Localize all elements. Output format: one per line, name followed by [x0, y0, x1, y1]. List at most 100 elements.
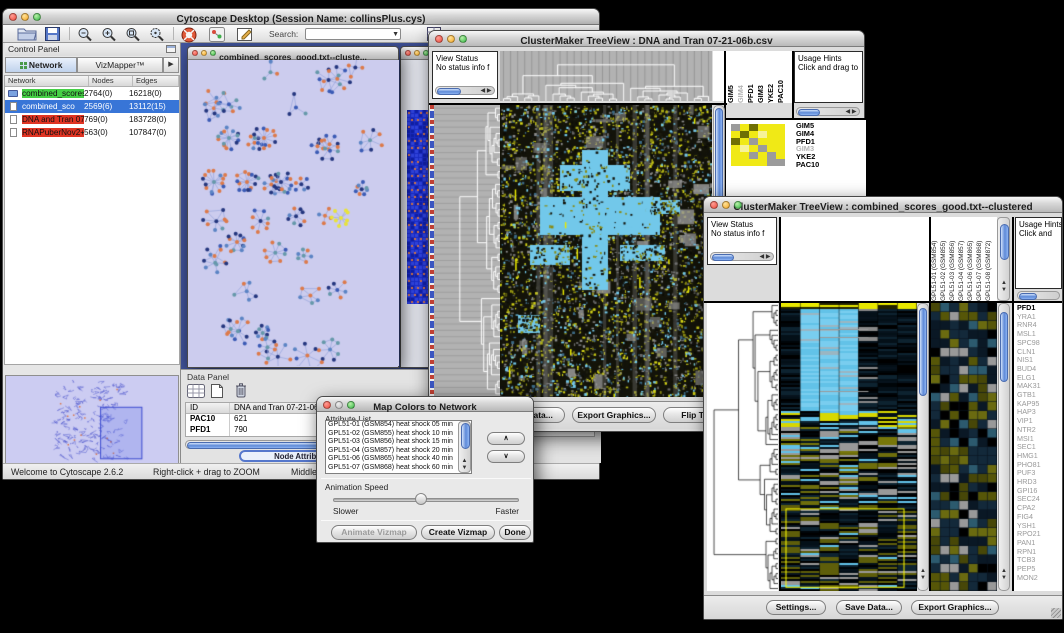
scroll-arrows[interactable]: ▲▼: [919, 568, 928, 582]
cytoscape-titlebar[interactable]: Cytoscape Desktop (Session Name: collins…: [3, 9, 599, 25]
tv1-correlation-matrix[interactable]: [731, 124, 785, 166]
tab-vizmapper[interactable]: VizMapper™: [77, 57, 163, 73]
minimize-button[interactable]: [21, 13, 29, 21]
tv2-row-dendrogram[interactable]: [707, 303, 778, 591]
minimize-button[interactable]: [201, 50, 207, 56]
network-overview-canvas[interactable]: [6, 376, 178, 468]
create-vizmap-button[interactable]: Create Vizmap: [421, 525, 495, 540]
done-button[interactable]: Done: [499, 525, 531, 540]
scroll-arrows[interactable]: ▲▼: [460, 458, 469, 472]
tv1-row-dendrogram[interactable]: [434, 105, 500, 397]
export-graphics-button[interactable]: Export Graphics...: [572, 407, 656, 423]
new-attribute-icon[interactable]: [211, 384, 223, 398]
scrollbar-thumb[interactable]: [919, 308, 927, 396]
slider-thumb[interactable]: [415, 493, 427, 505]
scrollbar-thumb[interactable]: [1000, 224, 1009, 260]
tv1-column-dendrogram[interactable]: [500, 51, 712, 101]
scroll-arrows[interactable]: ◀ ▶: [843, 109, 859, 116]
tv2-zoom-heatmap-canvas[interactable]: [931, 303, 997, 591]
network-view-canvas[interactable]: [189, 60, 399, 366]
tab-network[interactable]: Network: [5, 57, 77, 73]
zoom-window-button[interactable]: [459, 35, 467, 43]
zoom-window-button[interactable]: [347, 401, 355, 409]
scrollbar-thumb[interactable]: [712, 254, 734, 261]
column-edges[interactable]: Edges: [133, 76, 179, 86]
attribute-list-item[interactable]: GPL51-02 (GSM855) heat shock 10 min: [326, 430, 471, 439]
id-column-header[interactable]: ID: [186, 403, 230, 413]
treeview2-titlebar[interactable]: ClusterMaker TreeView : combined_scores_…: [704, 197, 1062, 213]
minimize-button[interactable]: [335, 401, 343, 409]
column-network[interactable]: Network: [5, 76, 89, 86]
float-panel-icon[interactable]: [166, 45, 176, 53]
help-lifesaver-icon[interactable]: [181, 27, 197, 43]
matrix-cell: [731, 145, 740, 152]
trash-icon[interactable]: [235, 383, 247, 398]
column-nodes[interactable]: Nodes: [89, 76, 133, 86]
dialog-titlebar[interactable]: Map Colors to Network: [317, 397, 533, 412]
scrollbar-thumb[interactable]: [1000, 312, 1008, 382]
close-button[interactable]: [710, 201, 718, 209]
network-list-row[interactable]: combined_sco2569(6)13112(15): [5, 100, 179, 113]
attribute-list-vscrollbar[interactable]: ▲▼: [458, 421, 471, 473]
tv1-usage-hscrollbar[interactable]: ◀ ▶: [796, 107, 860, 116]
close-button[interactable]: [323, 401, 331, 409]
treeview1-titlebar[interactable]: ClusterMaker TreeView : DNA and Tran 07-…: [429, 31, 864, 47]
zoom-window-button[interactable]: [734, 201, 742, 209]
network-list-row[interactable]: RNAPuberNov2+563(0)107847(0): [5, 126, 179, 139]
attribute-list-item[interactable]: GPL51-04 (GSM857) heat shock 20 min: [326, 447, 471, 456]
tv2-heatmap-vscrollbar[interactable]: ▲▼: [917, 303, 929, 591]
animate-vizmap-button[interactable]: Animate Vizmap: [331, 525, 417, 540]
close-button[interactable]: [435, 35, 443, 43]
minimize-button[interactable]: [447, 35, 455, 43]
minimize-button[interactable]: [722, 201, 730, 209]
move-up-button[interactable]: ∧: [487, 432, 525, 445]
export-graphics-button[interactable]: Export Graphics...: [911, 600, 999, 615]
scroll-arrows[interactable]: ◀ ▶: [478, 88, 494, 95]
network-list-row[interactable]: DNA and Tran 07769(0)183728(0): [5, 113, 179, 126]
save-icon[interactable]: [45, 27, 60, 41]
network-list-row[interactable]: combined_scores2764(0)16218(0): [5, 87, 179, 100]
attribute-list-item[interactable]: GPL51-06 (GSM865) heat shock 40 min: [326, 455, 471, 464]
zoom-fit-icon[interactable]: [125, 27, 141, 42]
scroll-arrows[interactable]: ▲▼: [1000, 568, 1009, 582]
zoom-in-icon[interactable]: [101, 27, 117, 42]
tv2-heatmap-canvas[interactable]: [781, 303, 917, 591]
scrollbar-thumb[interactable]: [798, 109, 820, 116]
save-data-button[interactable]: Save Data...: [836, 600, 902, 615]
search-input[interactable]: ▼: [305, 28, 401, 40]
search-dropdown-icon[interactable]: ▼: [392, 29, 399, 40]
tv2-usage-hscrollbar[interactable]: [1017, 291, 1060, 300]
scrollbar-thumb[interactable]: [461, 423, 470, 449]
attribute-list-item[interactable]: GPL51-07 (GSM868) heat shock 60 min: [326, 464, 471, 473]
scrollbar-thumb[interactable]: [437, 88, 461, 95]
zoom-window-button[interactable]: [210, 50, 216, 56]
zoom-window-button[interactable]: [33, 13, 41, 21]
attribute-list-item[interactable]: GPL51-01 (GSM854) heat shock 05 min: [326, 421, 471, 430]
attribute-select-icon[interactable]: [187, 384, 205, 398]
open-icon[interactable]: [17, 27, 37, 41]
close-button[interactable]: [9, 13, 17, 21]
close-button[interactable]: [405, 50, 411, 56]
close-button[interactable]: [192, 50, 198, 56]
tab-overflow-button[interactable]: ▶: [163, 57, 179, 73]
gene-label[interactable]: MON2: [1017, 574, 1062, 583]
scroll-arrows[interactable]: ▲▼: [1000, 280, 1009, 294]
settings-button[interactable]: Settings...: [766, 600, 826, 615]
view-status-hscrollbar[interactable]: ◀ ▶: [435, 86, 495, 95]
tv1-heatmap-canvas[interactable]: [500, 105, 712, 397]
scroll-arrows[interactable]: ◀ ▶: [757, 254, 773, 261]
resize-grip[interactable]: [1051, 608, 1061, 618]
scrollbar-thumb[interactable]: [1019, 293, 1037, 300]
view-status-hscrollbar[interactable]: ◀ ▶: [710, 252, 774, 261]
vizmapper-icon[interactable]: [209, 27, 225, 42]
network-overview-panel[interactable]: [5, 375, 179, 469]
tv2-column-labels-vscrollbar[interactable]: ▲▼: [997, 217, 1010, 301]
tv2-zoom-vscrollbar[interactable]: ▲▼: [998, 303, 1010, 591]
move-down-button[interactable]: ∨: [487, 450, 525, 463]
minimize-button[interactable]: [414, 50, 420, 56]
zoom-out-icon[interactable]: [77, 27, 93, 42]
zoom-selected-icon[interactable]: [149, 27, 165, 42]
attribute-list-item[interactable]: GPL51-03 (GSM856) heat shock 15 min: [326, 438, 471, 447]
annotation-icon[interactable]: [237, 27, 254, 42]
network-window-1-titlebar[interactable]: combined_scores_good.txt--cluste...: [188, 47, 398, 60]
